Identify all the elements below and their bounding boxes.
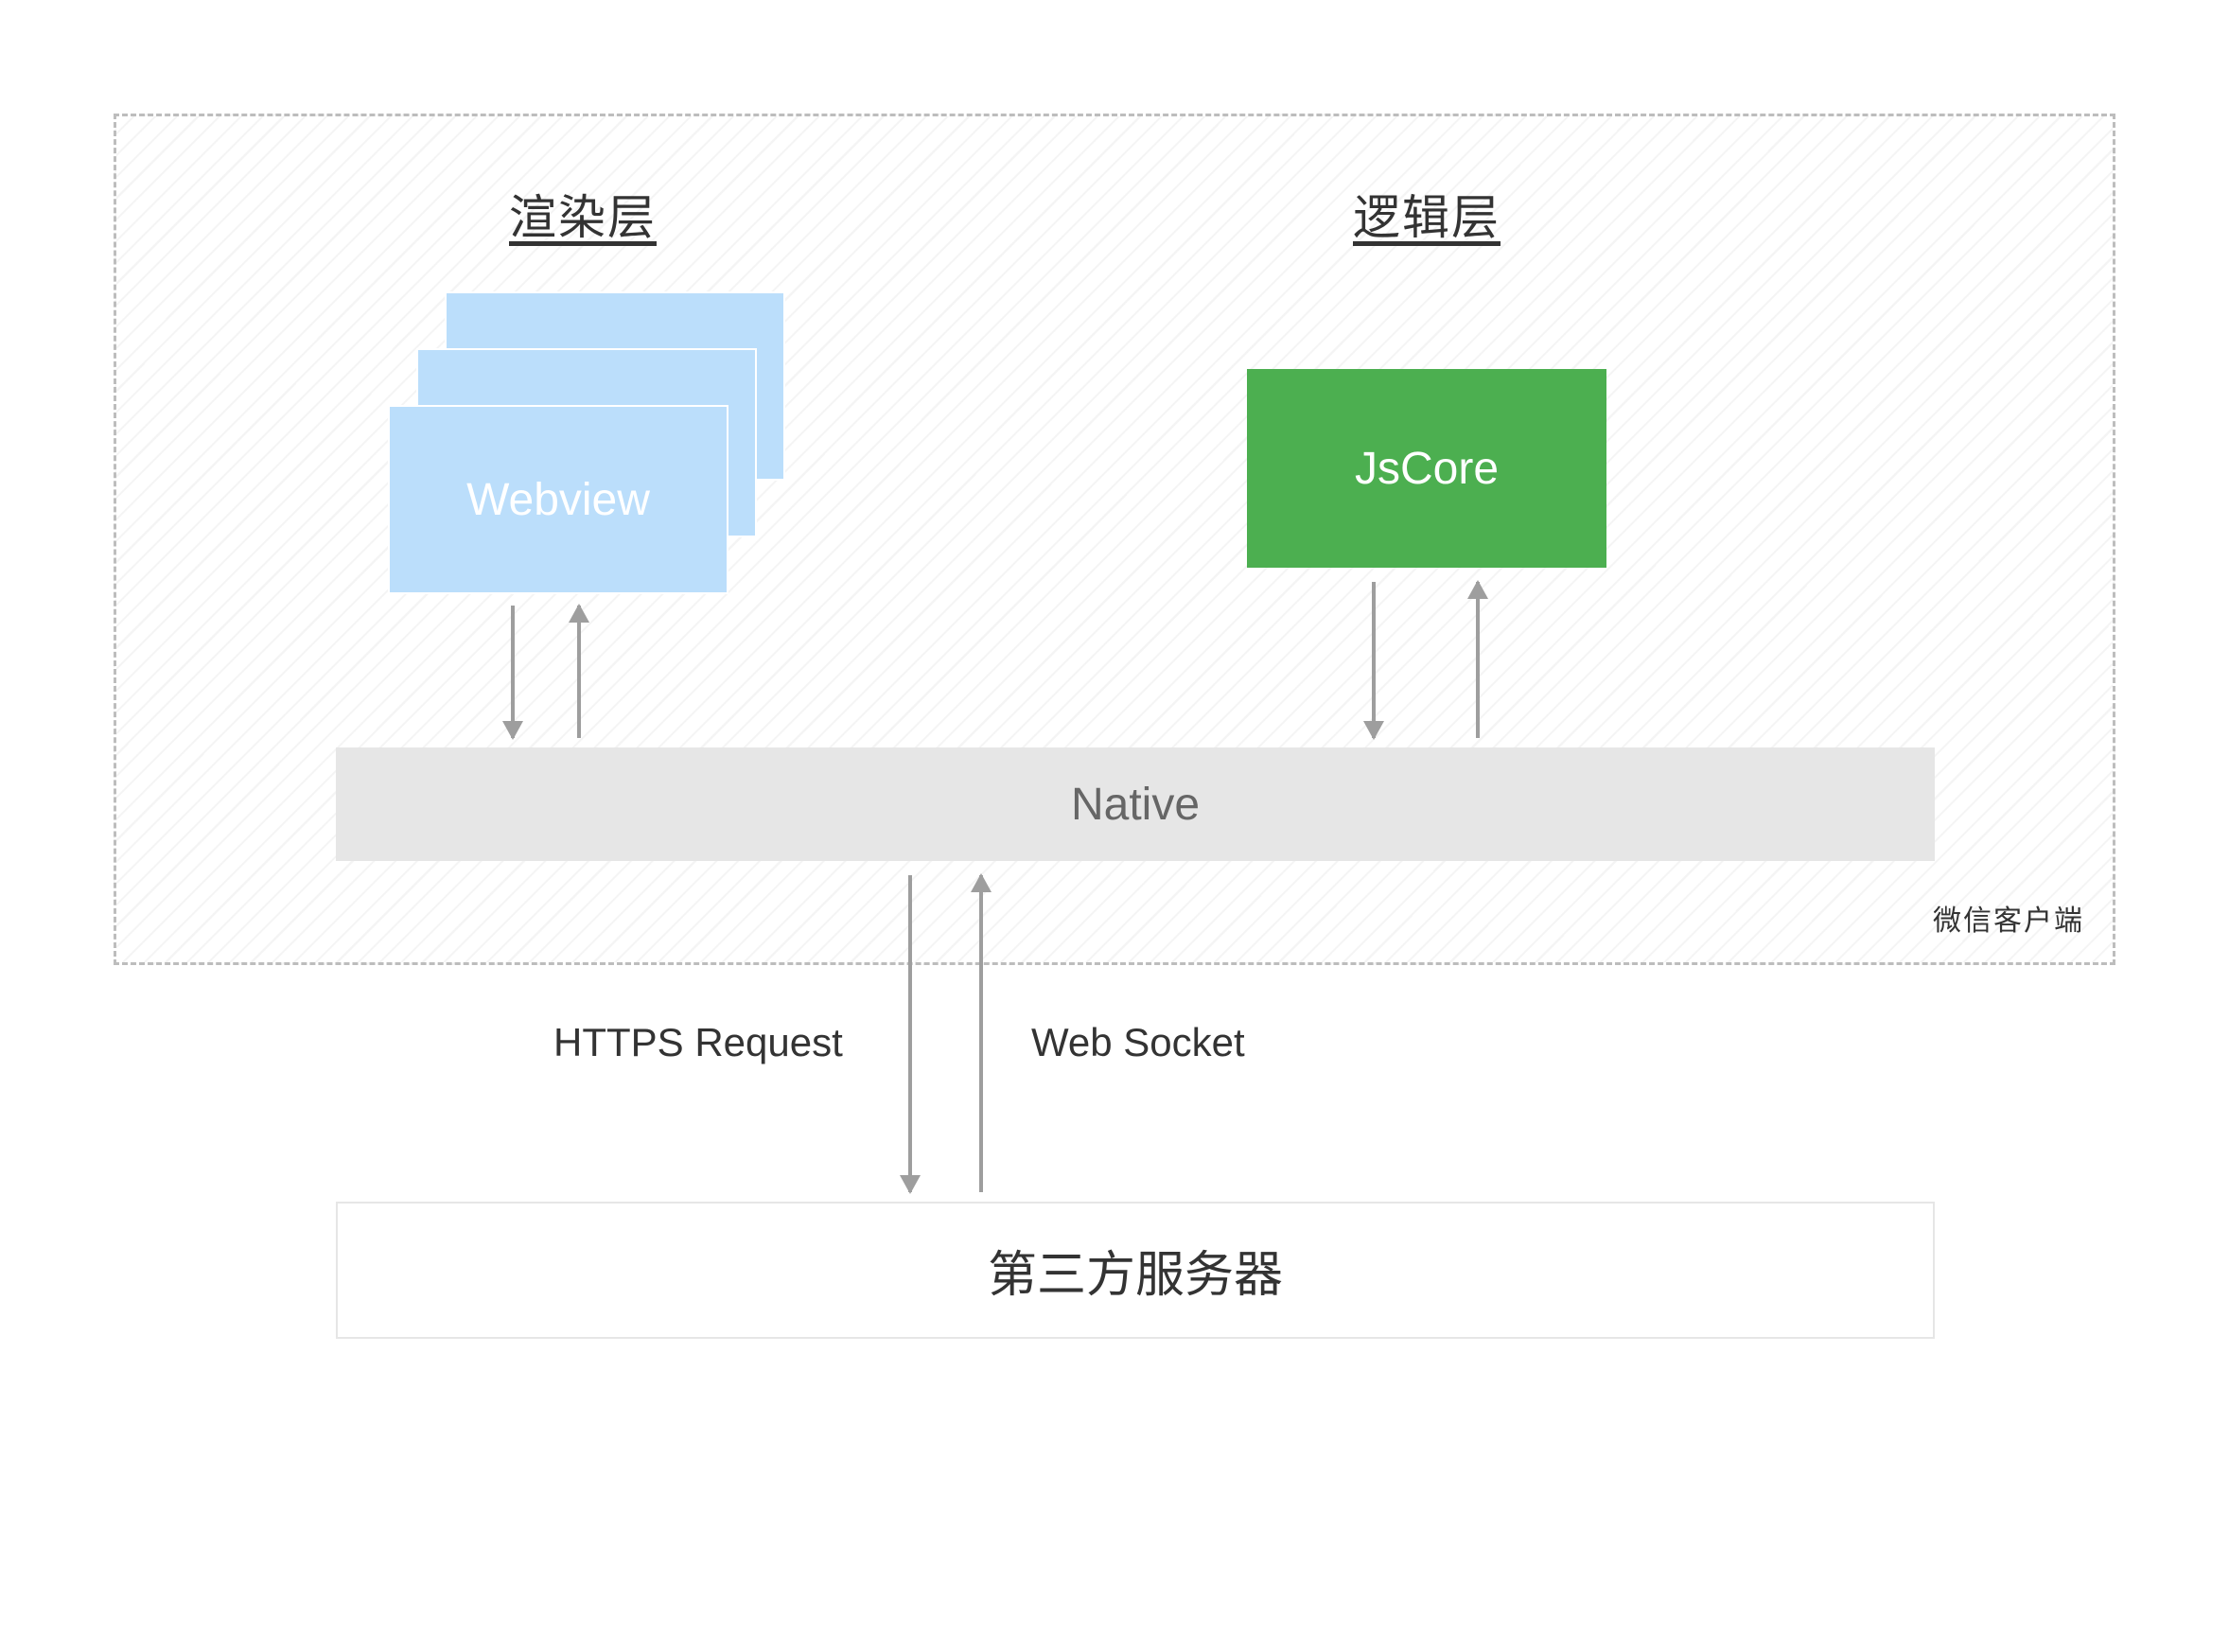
native-box: Native bbox=[336, 747, 1935, 861]
arrow-jscore-to-native bbox=[1372, 582, 1376, 738]
client-label: 微信客户端 bbox=[1933, 897, 2084, 939]
arrow-native-to-jscore bbox=[1476, 582, 1480, 738]
diagram-canvas: 微信客户端 渲染层 逻辑层 Webview JsCore Native 第三方服… bbox=[0, 0, 2229, 1652]
arrow-native-to-server bbox=[908, 875, 912, 1192]
logic-layer-title: 逻辑层 bbox=[1353, 180, 1501, 248]
arrow-webview-to-native bbox=[511, 606, 515, 738]
web-socket-label: Web Socket bbox=[1031, 1020, 1245, 1065]
render-layer-title: 渲染层 bbox=[509, 180, 657, 248]
arrow-server-to-native bbox=[979, 875, 983, 1192]
https-request-label: HTTPS Request bbox=[553, 1020, 843, 1065]
webview-card-front: Webview bbox=[388, 405, 728, 594]
arrow-native-to-webview bbox=[577, 606, 581, 738]
server-box: 第三方服务器 bbox=[336, 1202, 1935, 1339]
jscore-card: JsCore bbox=[1247, 369, 1606, 568]
